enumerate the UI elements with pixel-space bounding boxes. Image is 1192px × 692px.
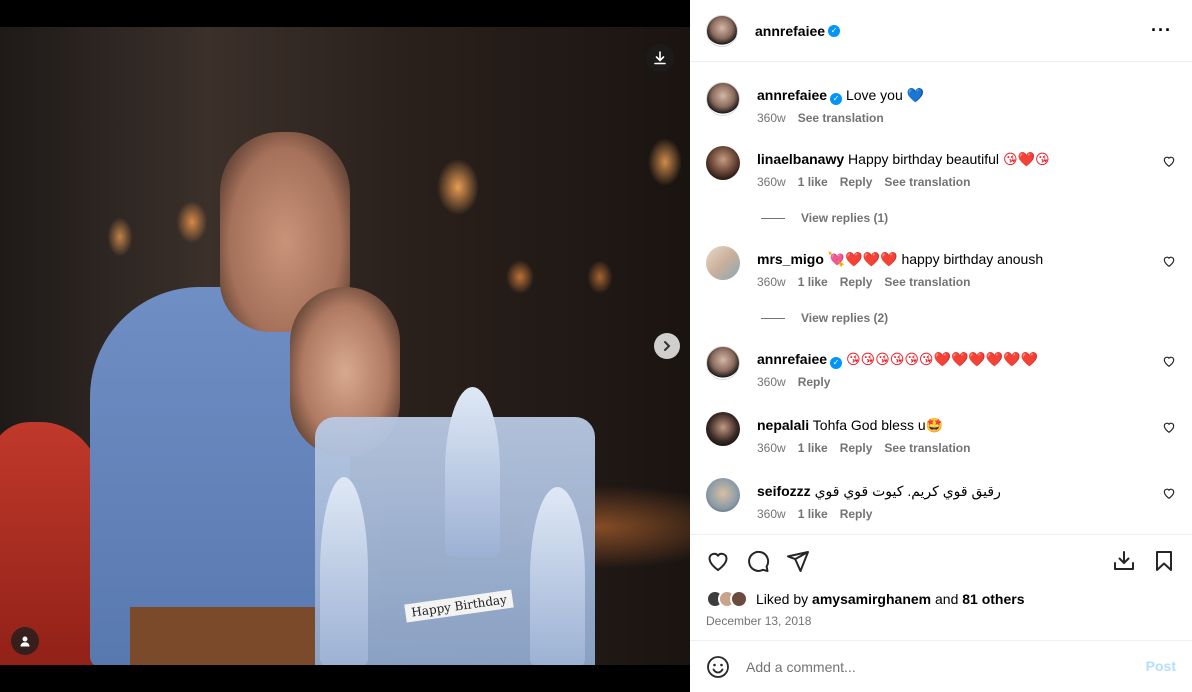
see-translation-link[interactable]: See translation — [798, 111, 884, 125]
avatar[interactable] — [706, 412, 740, 446]
comment-item: nepalali Tohfa God bless u🤩 360w 1 like … — [706, 412, 1176, 455]
comment-item: mrs_migo 💘❤️❤️❤️ happy birthday anoush 3… — [706, 246, 1176, 289]
like-comment-icon[interactable] — [1162, 354, 1176, 368]
tagged-users-button[interactable] — [11, 627, 39, 655]
see-translation-link[interactable]: See translation — [884, 275, 970, 289]
reply-button[interactable]: Reply — [840, 441, 873, 455]
verified-badge-icon: ✓ — [830, 93, 843, 105]
likes-count[interactable]: 81 others — [962, 591, 1024, 607]
person-red — [0, 422, 100, 665]
avatar[interactable] — [706, 14, 738, 47]
liked-by-label: Liked by — [756, 591, 809, 607]
author-username[interactable]: annrefaiee — [755, 23, 825, 39]
share-icon[interactable] — [786, 549, 810, 573]
comment-likes[interactable]: 1 like — [798, 175, 828, 189]
comment-time[interactable]: 360w — [757, 275, 786, 289]
comment-text: رقيق قوي كريم. كيوت قوي قوي — [814, 483, 1001, 499]
like-comment-icon[interactable] — [1162, 154, 1176, 168]
view-replies-label: View replies (1) — [801, 211, 889, 225]
post-photo[interactable]: Happy Birthday — [0, 27, 690, 665]
caption-time[interactable]: 360w — [757, 111, 786, 125]
like-comment-icon[interactable] — [1162, 254, 1176, 268]
comment-likes[interactable]: 1 like — [798, 507, 828, 521]
download-icon — [654, 51, 666, 65]
like-icon[interactable] — [706, 549, 730, 573]
avatar[interactable] — [706, 82, 740, 116]
reply-button[interactable]: Reply — [840, 175, 873, 189]
caption: annrefaiee ✓ Love you 💙 360w See translat… — [706, 82, 1176, 132]
avatar[interactable] — [706, 478, 740, 512]
likes-summary: Liked by amysamirghanem and 81 others — [706, 590, 1025, 608]
caption-text: Love you — [845, 87, 903, 103]
verified-badge-icon: ✓ — [828, 24, 841, 37]
reply-button[interactable]: Reply — [840, 507, 873, 521]
add-comment-bar: Post — [690, 640, 1192, 692]
comment-time[interactable]: 360w — [757, 175, 786, 189]
post-panel: annrefaiee ✓ ··· annrefaiee ✓ Love you 💙 … — [690, 0, 1192, 692]
verified-badge-icon: ✓ — [830, 357, 843, 369]
post-header: annrefaiee ✓ ··· — [690, 0, 1192, 62]
comment-time[interactable]: 360w — [757, 441, 786, 455]
liked-by-user[interactable]: amysamirghanem — [812, 591, 931, 607]
comment-item: seifozzz رقيق قوي كريم. كيوت قوي قوي 360… — [706, 478, 1176, 521]
download-tray-icon[interactable] — [1112, 549, 1136, 573]
download-button[interactable] — [646, 44, 674, 72]
see-translation-link[interactable]: See translation — [884, 175, 970, 189]
liker-avatar — [730, 590, 748, 608]
comment-username[interactable]: mrs_migo — [757, 251, 824, 267]
comment-username[interactable]: nepalali — [757, 417, 809, 433]
view-replies-button[interactable]: View replies (2) — [761, 311, 888, 325]
next-photo-button[interactable] — [654, 333, 680, 359]
comment-emoji: 😘❤️😘 — [1002, 152, 1050, 168]
caption-emoji: 💙 — [906, 88, 925, 104]
post-actions: Liked by amysamirghanem and 81 others De… — [690, 534, 1192, 640]
comment-input[interactable] — [746, 658, 1126, 675]
like-comment-icon[interactable] — [1162, 486, 1176, 500]
view-replies-button[interactable]: View replies (1) — [761, 211, 888, 225]
post-date[interactable]: December 13, 2018 — [706, 614, 811, 628]
comment-time[interactable]: 360w — [757, 507, 786, 521]
comment-icon[interactable] — [746, 549, 770, 573]
comment-time[interactable]: 360w — [757, 375, 786, 389]
view-replies-label: View replies (2) — [801, 311, 889, 325]
comment-emoji: 😘😘😘😘😘😘❤️❤️❤️❤️❤️❤️ — [845, 352, 1039, 368]
reply-button[interactable]: Reply — [798, 375, 831, 389]
cake-text: Happy Birthday — [404, 589, 514, 623]
comment-text: happy birthday anoush — [901, 251, 1044, 267]
post-media: Happy Birthday — [0, 0, 690, 692]
comment-username[interactable]: seifozzz — [757, 483, 811, 499]
user-icon — [20, 636, 30, 647]
post-button[interactable]: Post — [1146, 658, 1176, 674]
see-translation-link[interactable]: See translation — [884, 441, 970, 455]
caption-username[interactable]: annrefaiee — [757, 87, 827, 103]
avatar[interactable] — [706, 346, 740, 380]
comment-username[interactable]: linaelbanawy — [757, 151, 844, 167]
comment-item: linaelbanawy Happy birthday beautiful 😘❤… — [706, 146, 1176, 189]
comment-username[interactable]: annrefaiee — [757, 351, 827, 367]
comment-text: Happy birthday beautiful — [848, 151, 1000, 167]
comment-likes[interactable]: 1 like — [798, 275, 828, 289]
comment-emoji: 🤩 — [925, 418, 944, 434]
comment-text: Tohfa God bless u — [812, 417, 926, 433]
comment-item: annrefaiee ✓ 😘😘😘😘😘😘❤️❤️❤️❤️❤️❤️ 360w Repl… — [706, 346, 1176, 389]
like-comment-icon[interactable] — [1162, 420, 1176, 434]
avatar[interactable] — [706, 246, 740, 280]
bookmark-icon[interactable] — [1152, 549, 1176, 573]
comment-likes[interactable]: 1 like — [798, 441, 828, 455]
more-options-icon[interactable]: ··· — [1151, 21, 1172, 39]
comment-emoji: 💘❤️❤️❤️ — [827, 252, 898, 268]
avatar[interactable] — [706, 146, 740, 180]
emoji-icon[interactable] — [706, 655, 730, 679]
comments-list[interactable]: annrefaiee ✓ Love you 💙 360w See translat… — [690, 62, 1192, 534]
chevron-right-icon — [664, 341, 671, 351]
reply-button[interactable]: Reply — [840, 275, 873, 289]
